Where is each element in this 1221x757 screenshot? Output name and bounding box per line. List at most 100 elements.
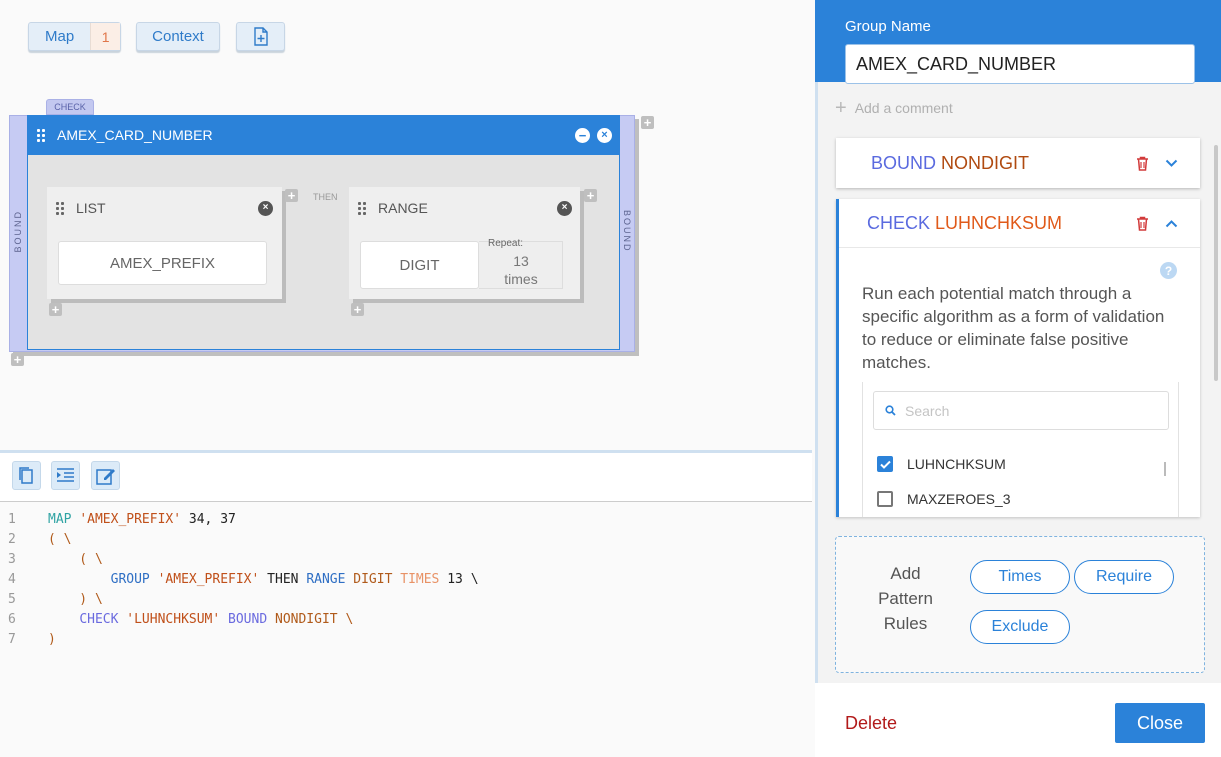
code-token: 34, 37 [188,512,236,527]
add-file-icon [253,27,268,46]
line-number: 4 [8,572,16,587]
indent-icon [57,468,74,482]
trash-icon[interactable] [1136,156,1149,171]
close-button[interactable]: Close [1115,703,1205,743]
then-label: THEN [313,192,338,202]
range-card-title: RANGE [378,200,428,216]
bound-right-label: BOUND [622,210,632,253]
search-input[interactable]: Search [873,391,1169,430]
collapse-icon[interactable]: − [575,127,590,143]
code-token: BOUND [228,612,268,627]
add-comment-link[interactable]: + Add a comment [835,98,953,118]
code-token: 'AMEX_PREFIX' [79,512,182,527]
list-card-header[interactable]: LIST × [47,187,282,229]
rule-bound[interactable]: BOUND NONDIGIT [836,138,1200,188]
range-card: RANGE × DIGIT Repeat: 13 times [349,187,580,299]
map-label: Map [45,28,75,45]
edit-button[interactable] [91,461,120,490]
option-label: LUHNCHKSUM [907,456,1006,472]
group-name-label: Group Name [845,18,931,35]
drag-handle-icon[interactable] [358,201,366,215]
add-bottom-plus-icon[interactable]: + [11,353,24,366]
close-icon[interactable]: × [597,127,612,143]
rule-description: Run each potential match through a speci… [862,284,1165,372]
context-button[interactable]: Context [136,22,220,51]
code-token: GROUP [110,572,150,587]
code-line-6: CHECK 'LUHNCHKSUM' BOUND NONDIGIT \ [48,610,353,630]
rule-check-keyword: CHECK [867,212,931,233]
map-button[interactable]: Map 1 [28,22,121,51]
drag-handle-icon[interactable] [56,201,64,215]
repeat-unit: times [504,271,538,287]
search-placeholder: Search [905,402,950,419]
code-editor[interactable]: 1 2 3 4 5 6 7 MAP 'AMEX_PREFIX' 34, 37 (… [0,510,812,650]
code-toolbar [0,450,812,502]
delete-button[interactable]: Delete [845,713,897,734]
code-token: 'LUHNCHKSUM' [126,612,221,627]
add-range-plus-icon[interactable]: + [584,189,597,202]
copy-icon [19,467,33,484]
check-tag[interactable]: CHECK [46,99,94,115]
code-token: DIGIT [353,572,393,587]
trash-icon[interactable] [1136,216,1149,231]
group-name-input[interactable]: AMEX_CARD_NUMBER [845,44,1195,84]
code-token: 'AMEX_PREFIX' [157,572,260,587]
bound-left-label: BOUND [13,210,23,253]
code-token: RANGE [306,572,346,587]
list-card-title: LIST [76,200,106,216]
list-scrollbar[interactable] [1164,462,1166,476]
chevron-down-icon[interactable] [1165,159,1178,168]
option-luhnchksum[interactable]: LUHNCHKSUM [877,456,1006,472]
repeat-box[interactable]: Repeat: 13 times [479,238,563,289]
remove-range-icon[interactable]: × [557,200,572,216]
copy-button[interactable] [12,461,41,490]
line-number: 6 [8,612,16,627]
check-icon [879,460,891,469]
list-item-amex-prefix[interactable]: AMEX_PREFIX [58,241,267,285]
code-token: TIMES [400,572,440,587]
code-line-4: GROUP 'AMEX_PREFIX' THEN RANGE DIGIT TIM… [48,570,479,590]
add-below-list-plus-icon[interactable]: + [49,303,62,316]
repeat-label: Repeat: [488,238,524,249]
code-token: 13 \ [447,572,479,587]
new-document-button[interactable] [236,22,285,51]
drag-handle-icon[interactable] [37,128,45,142]
plus-icon: + [835,97,847,119]
range-item-digit[interactable]: DIGIT [360,241,479,289]
line-number: 2 [8,532,16,547]
add-pattern-rules: Add Pattern Rules Times Require Exclude [835,536,1205,673]
code-line-5: ) \ [48,592,103,607]
checkbox-checked[interactable] [877,456,893,472]
options-list: Search LUHNCHKSUM MAXZEROES_3 [862,382,1179,517]
rule-check-header[interactable]: CHECK LUHNCHKSUM [839,199,1200,248]
remove-list-icon[interactable]: × [258,200,273,216]
option-maxzeroes-3[interactable]: MAXZEROES_3 [877,491,1010,507]
add-below-range-plus-icon[interactable]: + [351,303,364,316]
code-token: NONDIGIT \ [275,612,354,627]
rule-bound-value: NONDIGIT [941,152,1030,173]
map-count-badge: 1 [90,23,120,50]
code-token: CHECK [79,612,119,627]
panel-scrollbar[interactable] [1214,145,1218,381]
rule-check-value: LUHNCHKSUM [935,212,1063,233]
line-number: 5 [8,592,16,607]
group-title: AMEX_CARD_NUMBER [57,127,213,143]
add-right-plus-icon[interactable]: + [641,116,654,129]
rule-bound-keyword: BOUND [871,152,937,173]
chevron-up-icon[interactable] [1165,219,1178,228]
option-label: MAXZEROES_3 [907,491,1011,507]
format-button[interactable] [51,461,80,490]
add-comment-label: Add a comment [854,100,953,116]
rule-check: CHECK LUHNCHKSUM ? Run each potential ma… [836,199,1200,517]
group-header[interactable]: AMEX_CARD_NUMBER − × [27,115,620,155]
line-number: 3 [8,552,16,567]
code-line-1: MAP 'AMEX_PREFIX' 34, 37 [48,510,236,530]
require-button[interactable]: Require [1074,560,1174,594]
checkbox-unchecked[interactable] [877,491,893,507]
range-card-header[interactable]: RANGE × [349,187,580,229]
help-icon[interactable]: ? [1160,262,1177,279]
add-list-plus-icon[interactable]: + [285,189,298,202]
exclude-button[interactable]: Exclude [970,610,1070,644]
times-button[interactable]: Times [970,560,1070,594]
search-icon [885,405,896,416]
